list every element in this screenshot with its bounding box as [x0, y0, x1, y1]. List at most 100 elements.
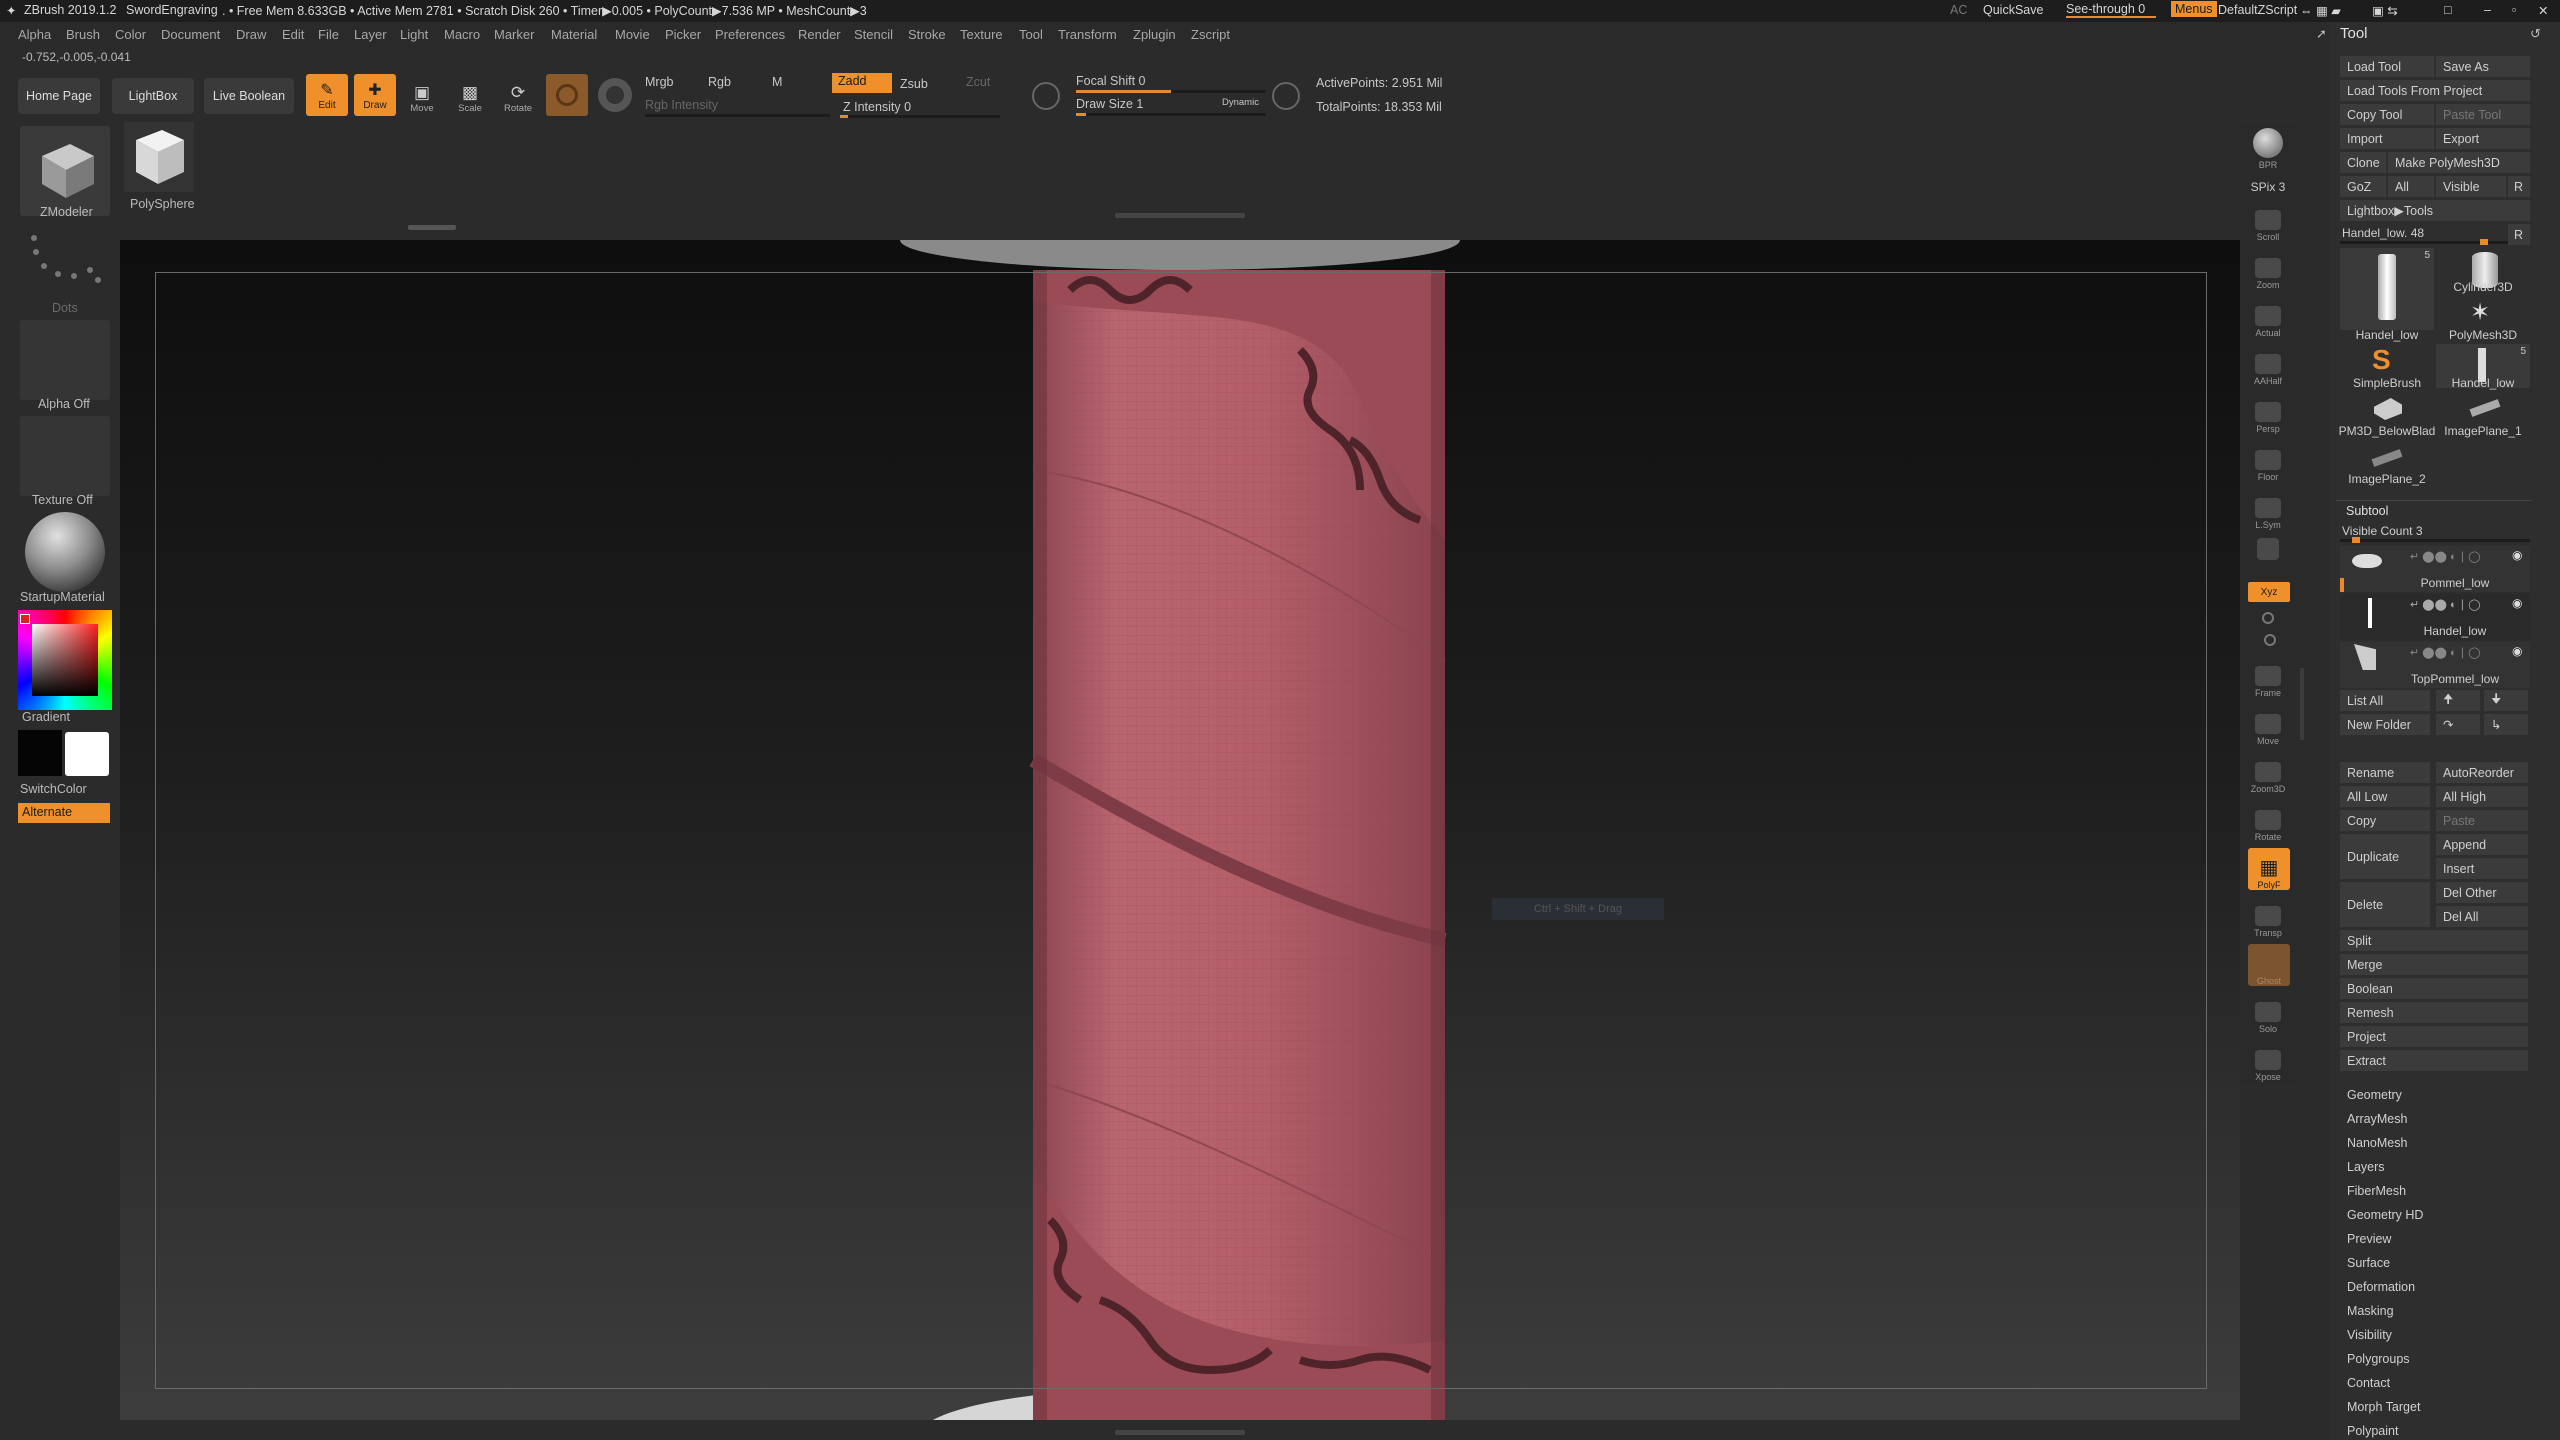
eye-icon-2[interactable]: ◉ — [2512, 596, 2522, 610]
dynamesh-icon[interactable] — [1272, 82, 1300, 110]
window-icons[interactable]: ▣ ⇆ — [2372, 3, 2398, 18]
simplebrush-icon[interactable]: S — [2372, 344, 2391, 376]
fibermesh-section[interactable]: FiberMesh — [2347, 1184, 2406, 1198]
polypaint-section[interactable]: Polypaint — [2347, 1424, 2398, 1438]
zsub-button[interactable]: Zsub — [900, 77, 928, 91]
lock-icon[interactable]: □ — [2444, 3, 2452, 17]
arraymesh-section[interactable]: ArrayMesh — [2347, 1112, 2407, 1126]
switch-color-button[interactable]: SwitchColor — [20, 782, 87, 796]
subtool-item-pommel-low[interactable]: ↵ ⬤⬤ ◐ ∣ ◯ ◉ Pommel_low — [2340, 546, 2530, 592]
doc-scroll-handle[interactable] — [408, 225, 456, 230]
texture-thumb[interactable] — [20, 416, 110, 496]
rgb-intensity-slider[interactable]: Rgb Intensity — [645, 98, 718, 112]
subtool-toggles[interactable]: ↵ ⬤⬤ ◐ ∣ ◯ — [2410, 550, 2481, 563]
clone-button[interactable]: Clone — [2340, 152, 2386, 173]
bpr-button[interactable]: BPR — [2246, 128, 2290, 170]
menu-movie[interactable]: Movie — [615, 27, 650, 42]
minimize-icon[interactable]: – — [2484, 3, 2491, 17]
menus-toggle[interactable]: Menus — [2171, 1, 2217, 17]
load-tools-from-project-button[interactable]: Load Tools From Project — [2340, 80, 2530, 101]
stroke-selector[interactable] — [598, 78, 632, 112]
brush-selector[interactable] — [546, 74, 588, 116]
goz-visible-button[interactable]: Visible — [2436, 176, 2506, 197]
subtool-item-handel-low[interactable]: ↵ ⬤⬤ ◐ ∣ ◯ ◉ Handel_low — [2340, 594, 2530, 640]
surface-section[interactable]: Surface — [2347, 1256, 2390, 1270]
menu-material[interactable]: Material — [551, 27, 597, 42]
insert-button[interactable]: Insert — [2436, 858, 2528, 879]
menu-document[interactable]: Document — [161, 27, 220, 42]
copy-subtool-button[interactable]: Copy — [2340, 810, 2430, 831]
menu-texture[interactable]: Texture — [960, 27, 1003, 42]
secondary-color-swatch[interactable] — [65, 732, 109, 776]
eye-icon-3[interactable]: ◉ — [2512, 644, 2522, 658]
boolean-section[interactable]: Boolean — [2340, 978, 2528, 999]
home-page-button[interactable]: Home Page — [18, 78, 100, 114]
xyz-button[interactable]: Xyz — [2248, 582, 2290, 602]
lightbox-button[interactable]: LightBox — [112, 78, 194, 114]
delete-button[interactable]: Delete — [2340, 882, 2430, 927]
split-section[interactable]: Split — [2340, 930, 2528, 951]
menu-stroke[interactable]: Stroke — [908, 27, 946, 42]
all-high-button[interactable]: All High — [2436, 786, 2528, 807]
default-zscript-button[interactable]: DefaultZScript — [2218, 3, 2297, 17]
lightbox-tools-button[interactable]: Lightbox▶Tools — [2340, 200, 2530, 221]
zoom3d-button[interactable]: Zoom3D — [2246, 752, 2290, 794]
load-tool-button[interactable]: Load Tool — [2340, 56, 2434, 77]
tool-thumb-handel-low[interactable]: 5 — [2340, 248, 2434, 330]
merge-section[interactable]: Merge — [2340, 954, 2528, 975]
zcut-button[interactable]: Zcut — [966, 75, 990, 89]
menu-zscript[interactable]: Zscript — [1191, 27, 1230, 42]
move-out-button[interactable]: ↳ — [2484, 714, 2528, 735]
alternate-button[interactable]: Alternate — [18, 803, 110, 823]
xpose-button[interactable]: Xpose — [2246, 1040, 2290, 1082]
saturation-square[interactable] — [32, 624, 98, 696]
panel-pin-icon[interactable]: ➚ — [2316, 26, 2327, 42]
rotate-button[interactable]: ⟳ Rotate — [498, 74, 538, 114]
zmodeler-brush-thumb[interactable] — [20, 126, 110, 216]
remesh-section[interactable]: Remesh — [2340, 1002, 2528, 1023]
paste-tool-button[interactable]: Paste Tool — [2436, 104, 2530, 125]
menu-zplugin[interactable]: Zplugin — [1133, 27, 1176, 42]
extract-section[interactable]: Extract — [2340, 1050, 2528, 1071]
rgb-button[interactable]: Rgb — [708, 75, 731, 89]
actual-button[interactable]: Actual — [2246, 296, 2290, 338]
scale-button[interactable]: ▩ Scale — [450, 74, 490, 114]
menu-brush[interactable]: Brush — [66, 27, 100, 42]
move-up-button[interactable]: 🠉 — [2436, 690, 2480, 711]
menu-macro[interactable]: Macro — [444, 27, 480, 42]
live-boolean-button[interactable]: Live Boolean — [204, 78, 294, 114]
rotation-y-icon[interactable] — [2262, 612, 2274, 624]
transp-button[interactable]: Transp — [2246, 896, 2290, 938]
masking-section[interactable]: Masking — [2347, 1304, 2394, 1318]
polygroups-section[interactable]: Polygroups — [2347, 1352, 2410, 1366]
morph-target-section[interactable]: Morph Target — [2347, 1400, 2420, 1414]
goz-r-button[interactable]: R — [2508, 176, 2530, 197]
z-intensity-track[interactable] — [840, 115, 1000, 118]
rename-button[interactable]: Rename — [2340, 762, 2430, 783]
frame-button[interactable]: Frame — [2246, 656, 2290, 698]
edit-button[interactable]: ✎ Edit — [306, 74, 348, 116]
local-symmetry-button[interactable]: L.Sym — [2246, 488, 2290, 530]
menu-edit[interactable]: Edit — [282, 27, 304, 42]
layout-icons[interactable]: ⇔ ▦ ▰ — [2300, 3, 2341, 18]
copy-tool-button[interactable]: Copy Tool — [2340, 104, 2434, 125]
draw-size-slider[interactable]: Draw Size 1 — [1076, 97, 1143, 111]
goz-all-button[interactable]: All — [2388, 176, 2434, 197]
rotate-view-button[interactable]: Rotate — [2246, 800, 2290, 842]
menu-light[interactable]: Light — [400, 27, 428, 42]
menu-file[interactable]: File — [318, 27, 339, 42]
rgb-intensity-track[interactable] — [645, 114, 830, 117]
move-down-button[interactable]: 🠋 — [2484, 690, 2528, 711]
make-polymesh-button[interactable]: Make PolyMesh3D — [2388, 152, 2530, 173]
current-tool-handle[interactable] — [2480, 239, 2488, 245]
material-thumb[interactable] — [20, 512, 110, 592]
color-picker[interactable] — [18, 610, 112, 710]
menu-color[interactable]: Color — [115, 27, 146, 42]
close-icon[interactable]: ✕ — [2538, 3, 2548, 18]
move-button[interactable]: ▣ Move — [402, 74, 442, 114]
subtool-title[interactable]: Subtool — [2346, 504, 2388, 518]
zadd-button[interactable]: Zadd — [832, 73, 892, 93]
visible-count-slider[interactable]: Visible Count 3 — [2342, 524, 2423, 538]
ghost-button[interactable]: Ghost — [2248, 944, 2290, 986]
deformation-section[interactable]: Deformation — [2347, 1280, 2415, 1294]
